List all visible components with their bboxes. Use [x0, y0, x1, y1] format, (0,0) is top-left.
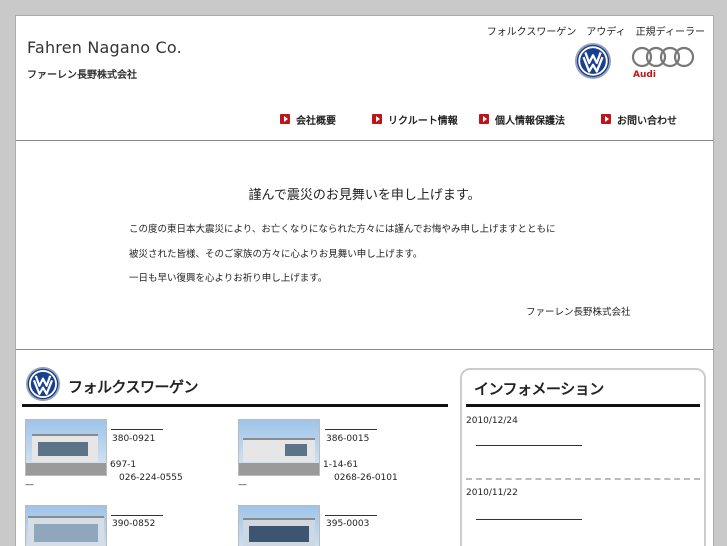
- dealer-name-underline: [111, 515, 163, 516]
- nav-label: お問い合わせ: [617, 115, 677, 127]
- company-name-en[interactable]: Fahren Nagano Co.: [27, 38, 182, 57]
- message-title: 謹んで震災のお見舞いを申し上げます。: [248, 188, 481, 203]
- page-container: Fahren Nagano Co. ファーレン長野株式会社 フォルクスワーゲン …: [15, 15, 714, 546]
- info-panel: インフォメーション 2010/12/24 2010/11/22: [460, 368, 706, 546]
- info-title-bar: [466, 404, 700, 407]
- info-separator: [466, 478, 700, 480]
- info-item-link[interactable]: [476, 519, 582, 520]
- dealer-name-underline: [325, 515, 377, 516]
- nav-label: 個人情報保護法: [495, 115, 565, 127]
- message-line: 一日も早い復興を心よりお祈り申し上げます。: [129, 273, 328, 284]
- arrow-bullet-icon: [372, 114, 382, 124]
- vw-section-header: フォルクスワーゲン: [22, 366, 448, 407]
- info-title: インフォメーション: [474, 380, 604, 398]
- section-divider: [16, 349, 713, 350]
- info-item-link[interactable]: [476, 445, 582, 446]
- dealer-zip: 395-0003: [326, 519, 370, 529]
- nav-label: 会社概要: [296, 115, 336, 127]
- dealer-address: 697-1: [110, 460, 137, 470]
- dealer-photo[interactable]: [238, 505, 320, 546]
- dealer-tel: 0268-26-0101: [334, 473, 398, 483]
- message-line: この度の東日本大震災により、お亡くなりになられた方々には謹んでお悔やみ申し上げま…: [129, 224, 556, 235]
- company-name-ja: ファーレン長野株式会社: [27, 70, 137, 81]
- dealer-name-underline: [111, 429, 163, 430]
- arrow-bullet-icon: [479, 114, 489, 124]
- dealer-tagline: フォルクスワーゲン アウディ 正規ディーラー: [486, 27, 705, 38]
- vw-section-title: フォルクスワーゲン: [68, 378, 199, 396]
- message-line: 被災された皆様、そのご家族の方々に心よりお見舞い申し上げます。: [129, 249, 423, 260]
- site-header: Fahren Nagano Co. ファーレン長野株式会社 フォルクスワーゲン …: [16, 16, 713, 141]
- dealer-zip: 380-0921: [112, 434, 156, 444]
- audi-logo-icon[interactable]: Audi: [630, 46, 696, 82]
- nav-company-overview[interactable]: 会社概要: [280, 112, 336, 127]
- info-date: 2010/11/22: [466, 488, 518, 498]
- dealer-zip: 390-0852: [112, 519, 156, 529]
- message-signature: ファーレン長野株式会社: [526, 307, 631, 318]
- info-date: 2010/12/24: [466, 416, 518, 426]
- dealer-photo[interactable]: [25, 505, 107, 546]
- nav-privacy-policy[interactable]: 個人情報保護法: [479, 112, 565, 127]
- vw-logo-icon[interactable]: [574, 42, 612, 80]
- dealer-tel: 026-224-0555: [119, 473, 183, 483]
- dealer-photo[interactable]: [25, 419, 107, 476]
- arrow-bullet-icon: [280, 114, 290, 124]
- nav-label: リクルート情報: [388, 115, 458, 127]
- dealer-name-underline: [325, 429, 377, 430]
- nav-contact[interactable]: お問い合わせ: [601, 112, 677, 127]
- vw-logo-icon: [25, 366, 61, 402]
- audi-logo-text: Audi: [633, 70, 656, 80]
- dealer-zip: 386-0015: [326, 434, 370, 444]
- nav-recruit[interactable]: リクルート情報: [372, 112, 458, 127]
- dealer-photo[interactable]: [238, 419, 320, 476]
- arrow-bullet-icon: [601, 114, 611, 124]
- dealer-address: 1-14-61: [323, 460, 359, 470]
- dealer-extra: —: [25, 480, 34, 490]
- dealer-extra: —: [238, 480, 247, 490]
